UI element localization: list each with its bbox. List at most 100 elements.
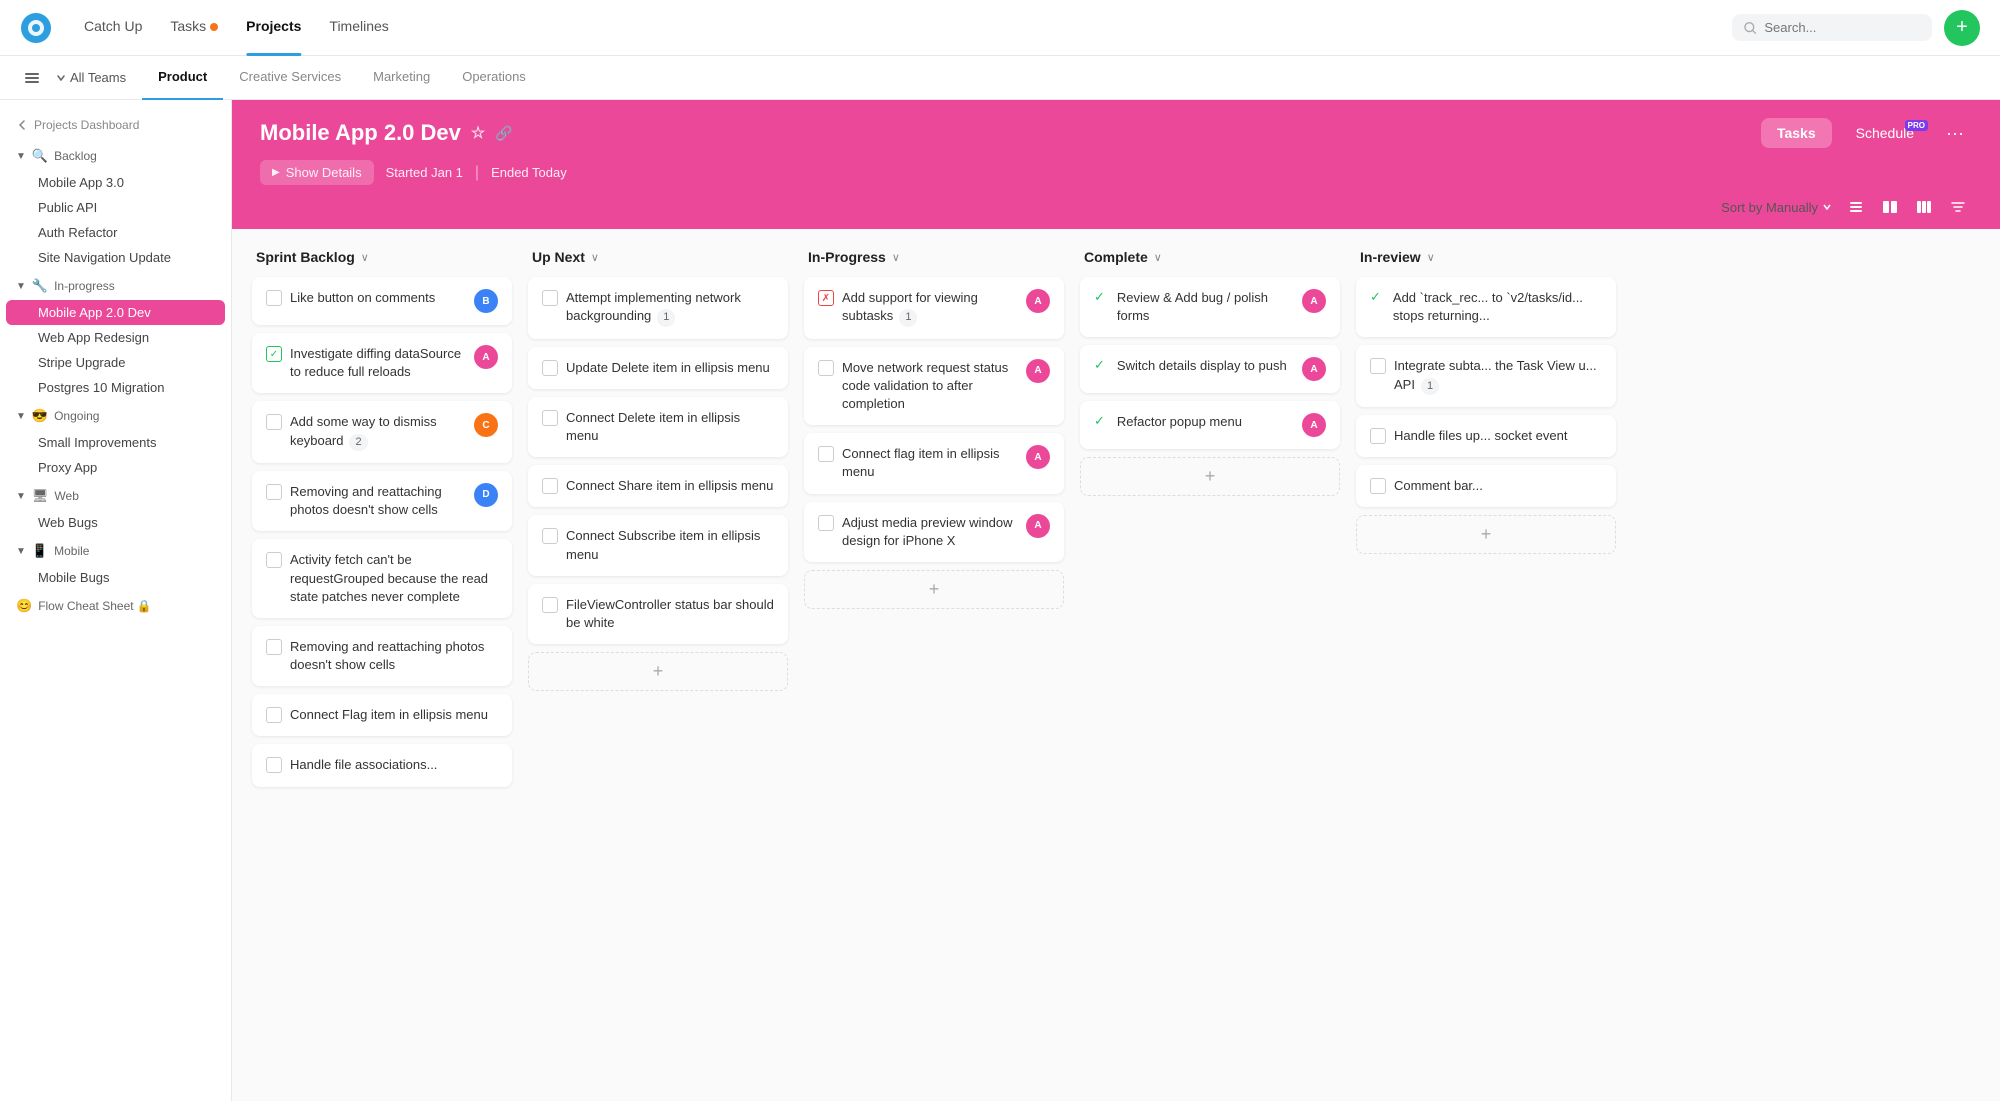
sidebar-item-postgres[interactable]: Postgres 10 Migration (6, 375, 225, 400)
card-connect-subscribe[interactable]: Connect Subscribe item in ellipsis menu (528, 515, 788, 575)
sidebar-item-webapp-redesign[interactable]: Web App Redesign (6, 325, 225, 350)
card-handle-file[interactable]: Handle file associations... (252, 744, 512, 786)
add-card-button[interactable]: + (1080, 457, 1340, 496)
card-removing-photos-2[interactable]: Removing and reattaching photos doesn't … (252, 626, 512, 686)
card-connect-delete[interactable]: Connect Delete item in ellipsis menu (528, 397, 788, 457)
sidebar-item-mobile-app-30[interactable]: Mobile App 3.0 (6, 170, 225, 195)
columns-view-button[interactable] (1910, 193, 1938, 221)
card-checkbox[interactable] (542, 478, 558, 494)
card-track-rec[interactable]: ✓ Add `track_rec... to `v2/tasks/id... s… (1356, 277, 1616, 337)
column-header-sprint-backlog: Sprint Backlog ∨ (252, 249, 512, 265)
search-input[interactable] (1764, 20, 1920, 35)
card-checkbox[interactable] (266, 484, 282, 500)
add-card-button[interactable]: + (528, 652, 788, 691)
card-viewing-subtasks[interactable]: Add support for viewing subtasks1 A (804, 277, 1064, 339)
sort-control[interactable]: Sort by Manually (1721, 200, 1832, 215)
card-comment-bar[interactable]: Comment bar... (1356, 465, 1616, 507)
sidebar-section-header-backlog[interactable]: ▼ 🔍 Backlog (0, 142, 231, 170)
link-icon[interactable]: 🔗 (495, 125, 512, 142)
card-checkbox[interactable] (542, 360, 558, 376)
card-adjust-media[interactable]: Adjust media preview window design for i… (804, 502, 1064, 562)
card-connect-share[interactable]: Connect Share item in ellipsis menu (528, 465, 788, 507)
more-options-button[interactable]: ··· (1938, 119, 1972, 148)
card-refactor-popup[interactable]: ✓ Refactor popup menu A (1080, 401, 1340, 449)
sidebar-section-inprogress: ▼ 🔧 In-progress Mobile App 2.0 Dev Web A… (0, 272, 231, 400)
card-connect-flag[interactable]: Connect Flag item in ellipsis menu (252, 694, 512, 736)
card-update-delete[interactable]: Update Delete item in ellipsis menu (528, 347, 788, 389)
sidebar-item-stripe[interactable]: Stripe Upgrade (6, 350, 225, 375)
card-network-request[interactable]: Move network request status code validat… (804, 347, 1064, 426)
sidebar-item-public-api[interactable]: Public API (6, 195, 225, 220)
team-selector[interactable]: All Teams (56, 70, 126, 85)
card-checkbox[interactable] (818, 360, 834, 376)
sidebar-item-site-nav[interactable]: Site Navigation Update (6, 245, 225, 270)
card-handle-files[interactable]: Handle files up... socket event (1356, 415, 1616, 457)
card-checkbox[interactable] (266, 290, 282, 306)
sidebar-section-header-flow[interactable]: 😊 Flow Cheat Sheet 🔒 (0, 592, 231, 620)
show-details-button[interactable]: ▶ Show Details (260, 160, 374, 185)
sidebar: Projects Dashboard ▼ 🔍 Backlog Mobile Ap… (0, 100, 232, 1101)
sidebar-section-header-ongoing[interactable]: ▼ 😎 Ongoing (0, 402, 231, 430)
column-in-review: In-review ∨ ✓ Add `track_rec... to `v2/t… (1356, 249, 1616, 554)
card-checkbox[interactable] (818, 290, 834, 306)
card-integrate-subta[interactable]: Integrate subta... the Task View u... AP… (1356, 345, 1616, 407)
card-checkbox[interactable] (542, 528, 558, 544)
card-checkbox[interactable] (818, 515, 834, 531)
tab-product[interactable]: Product (142, 56, 223, 100)
filter-button[interactable] (1944, 193, 1972, 221)
card-checkbox[interactable] (266, 414, 282, 430)
app-logo[interactable] (20, 12, 52, 44)
add-card-button[interactable]: + (1356, 515, 1616, 554)
sidebar-back[interactable]: Projects Dashboard (0, 112, 231, 138)
sidebar-section-header-inprogress[interactable]: ▼ 🔧 In-progress (0, 272, 231, 300)
sidebar-item-mobile-app-2[interactable]: Mobile App 2.0 Dev (6, 300, 225, 325)
card-activity-fetch[interactable]: Activity fetch can't be requestGrouped b… (252, 539, 512, 618)
add-card-button[interactable]: + (804, 570, 1064, 609)
avatar: A (1302, 289, 1326, 313)
sidebar-item-auth-refactor[interactable]: Auth Refactor (6, 220, 225, 245)
card-removing-photos-1[interactable]: Removing and reattaching photos doesn't … (252, 471, 512, 531)
nav-catchup[interactable]: Catch Up (84, 18, 142, 38)
card-checkbox[interactable] (542, 410, 558, 426)
nav-projects[interactable]: Projects (246, 18, 301, 38)
card-checkbox[interactable] (266, 552, 282, 568)
tab-creative[interactable]: Creative Services (223, 56, 357, 100)
card-switch-details[interactable]: ✓ Switch details display to push A (1080, 345, 1340, 393)
card-dismiss-keyboard[interactable]: Add some way to dismiss keyboard2 C (252, 401, 512, 463)
schedule-button[interactable]: Schedule PRO (1840, 118, 1930, 148)
card-checkbox[interactable] (266, 346, 282, 362)
add-button[interactable]: + (1944, 10, 1980, 46)
card-checkbox[interactable] (266, 639, 282, 655)
nav-tasks[interactable]: Tasks (170, 18, 218, 38)
card-review-add[interactable]: ✓ Review & Add bug / polish forms A (1080, 277, 1340, 337)
card-like-button[interactable]: Like button on comments B (252, 277, 512, 325)
card-checkbox[interactable] (266, 707, 282, 723)
card-checkbox[interactable] (542, 597, 558, 613)
tab-marketing[interactable]: Marketing (357, 56, 446, 100)
nav-timelines[interactable]: Timelines (329, 18, 388, 38)
card-checkbox[interactable] (266, 757, 282, 773)
sidebar-item-proxy-app[interactable]: Proxy App (6, 455, 225, 480)
search-bar[interactable] (1732, 14, 1932, 41)
card-checkbox[interactable] (1370, 478, 1386, 494)
card-network-backgrounding[interactable]: Attempt implementing network backgroundi… (528, 277, 788, 339)
sidebar-item-mobile-bugs[interactable]: Mobile Bugs (6, 565, 225, 590)
sidebar-item-small-improvements[interactable]: Small Improvements (6, 430, 225, 455)
card-fileviewcontroller[interactable]: FileViewController status bar should be … (528, 584, 788, 644)
card-checkbox[interactable] (1370, 428, 1386, 444)
sidebar-section-header-mobile[interactable]: ▼ 📱 Mobile (0, 537, 231, 565)
card-checkbox[interactable] (818, 446, 834, 462)
list-view-button[interactable] (1842, 193, 1870, 221)
project-title: Mobile App 2.0 Dev ☆ 🔗 (260, 120, 513, 146)
card-investigate-diffing[interactable]: Investigate diffing dataSource to reduce… (252, 333, 512, 393)
sidebar-section-header-web[interactable]: ▼ 🖥 Web (0, 482, 231, 510)
sidebar-toggle[interactable] (16, 62, 48, 94)
card-connect-flag-menu[interactable]: Connect flag item in ellipsis menu A (804, 433, 1064, 493)
board-view-button[interactable] (1876, 193, 1904, 221)
star-icon[interactable]: ☆ (471, 123, 485, 143)
tab-operations[interactable]: Operations (446, 56, 542, 100)
sidebar-item-web-bugs[interactable]: Web Bugs (6, 510, 225, 535)
card-checkbox[interactable] (1370, 358, 1386, 374)
card-checkbox[interactable] (542, 290, 558, 306)
tasks-button[interactable]: Tasks (1761, 118, 1832, 148)
